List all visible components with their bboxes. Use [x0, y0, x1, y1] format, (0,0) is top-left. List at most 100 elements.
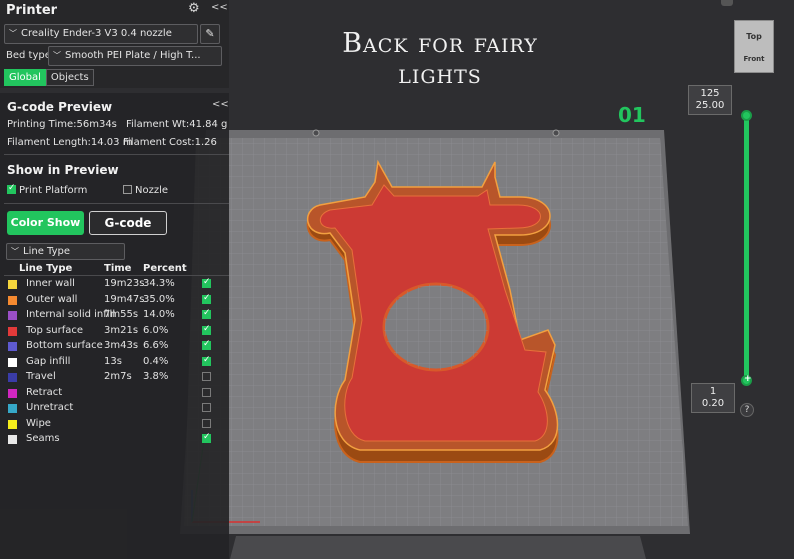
- tab-objects[interactable]: Objects: [45, 69, 94, 86]
- pencil-icon: ✎: [205, 27, 215, 40]
- settings-tabs: Global Objects: [4, 69, 94, 86]
- legend-row: Inner wall 19m23s 34.3%: [0, 277, 229, 293]
- print-platform-checkbox[interactable]: Print Platform: [7, 183, 88, 196]
- view-type-value: Line Type: [23, 246, 70, 257]
- line-type-percent: 34.3%: [143, 278, 175, 289]
- line-type-time: 3m21s: [104, 324, 139, 336]
- camera-indicator: [721, 0, 733, 6]
- checkbox-checked-icon: [7, 183, 16, 194]
- line-type-percent: 3.8%: [143, 371, 169, 382]
- chevron-down-icon: ﹀: [9, 29, 17, 38]
- color-swatch: [8, 326, 17, 336]
- color-swatch: [8, 295, 17, 305]
- chevron-down-icon: ﹀: [53, 51, 61, 60]
- color-swatch: [8, 342, 17, 351]
- line-type-name: Top surface: [26, 324, 84, 336]
- view-type-dropdown[interactable]: ﹀ Line Type: [6, 243, 125, 260]
- line-type-time: 13s: [104, 355, 122, 367]
- line-type-name: Unretract: [26, 402, 74, 413]
- top-layer-height: 25.00: [695, 100, 725, 111]
- legend-row: Seams: [0, 432, 229, 448]
- visibility-checkbox[interactable]: [202, 339, 211, 350]
- bottom-layer-height: 0.20: [701, 398, 725, 409]
- color-swatch: [8, 357, 17, 367]
- line-type-time: 19m47s: [104, 293, 145, 305]
- bed-type-label: Bed type: [6, 50, 51, 61]
- printing-time: Printing Time:56m34s: [7, 119, 117, 130]
- plate-number[interactable]: 01: [618, 103, 646, 127]
- view-cube[interactable]: Top Front: [734, 20, 774, 73]
- visibility-checkbox[interactable]: [202, 403, 211, 412]
- bed-type-dropdown[interactable]: ﹀ Smooth PEI Plate / High T...: [48, 46, 222, 66]
- color-swatch: [8, 404, 17, 413]
- visibility-checkbox[interactable]: [202, 308, 211, 319]
- col-percent: Percent: [143, 263, 187, 274]
- legend-row: Outer wall 19m47s 35.0%: [0, 293, 229, 309]
- line-type-time: 3m43s: [104, 340, 139, 351]
- color-swatch: [8, 435, 17, 444]
- print-platform-label: Print Platform: [19, 185, 88, 196]
- layer-slider-track[interactable]: [744, 114, 749, 380]
- color-swatch: [8, 311, 17, 320]
- line-type-name: Seams: [26, 433, 60, 444]
- printer-preset-value: Creality Ender-3 V3 0.4 nozzle: [21, 28, 172, 39]
- color-show-button[interactable]: Color Show: [7, 211, 84, 235]
- filament-cost: Filament Cost:1.26: [123, 137, 217, 148]
- view-cube-front[interactable]: Front: [735, 55, 773, 63]
- line-type-time: 19m23s: [104, 278, 145, 289]
- legend-row: Internal solid infill 7m55s 14.0%: [0, 308, 229, 324]
- chevron-down-icon: ﹀: [11, 247, 19, 256]
- collapse-printer-button[interactable]: <<: [211, 2, 228, 13]
- line-type-percent: 14.0%: [143, 309, 175, 320]
- legend-row: Wipe: [0, 417, 229, 433]
- divider: [4, 154, 229, 155]
- color-swatch: [8, 373, 17, 382]
- top-layer-readout: 125 25.00: [688, 85, 732, 115]
- view-cube-top[interactable]: Top: [735, 32, 773, 41]
- tab-global[interactable]: Global: [4, 69, 46, 86]
- line-type-name: Retract: [26, 386, 63, 398]
- help-button[interactable]: ?: [740, 403, 754, 417]
- checkbox-unchecked-icon: [123, 185, 132, 194]
- gear-icon[interactable]: ⚙: [188, 1, 200, 16]
- visibility-checkbox[interactable]: [202, 418, 211, 428]
- visibility-checkbox[interactable]: [202, 432, 211, 443]
- collapse-preview-button[interactable]: <<: [212, 99, 229, 110]
- legend-row: Travel 2m7s 3.8%: [0, 370, 229, 386]
- printer-panel-title: Printer: [6, 3, 58, 18]
- legend-row: Bottom surface 3m43s 6.6%: [0, 339, 229, 355]
- color-swatch: [8, 280, 17, 289]
- line-type-name: Bottom surface: [26, 340, 103, 351]
- visibility-checkbox[interactable]: [202, 372, 211, 381]
- filament-length: Filament Length:14.03 m: [7, 137, 133, 148]
- line-type-time: 2m7s: [104, 371, 132, 382]
- bed-type-value: Smooth PEI Plate / High T...: [65, 50, 201, 61]
- bottom-layer-number: 1: [709, 386, 717, 397]
- color-swatch: [8, 388, 17, 398]
- edit-printer-button[interactable]: ✎: [200, 24, 220, 44]
- line-type-percent: 6.6%: [143, 340, 169, 351]
- divider: [4, 203, 229, 204]
- visibility-checkbox[interactable]: [202, 387, 211, 397]
- top-layer-number: 125: [700, 88, 720, 99]
- visibility-checkbox[interactable]: [202, 293, 211, 304]
- legend-row: Top surface 3m21s 6.0%: [0, 324, 229, 340]
- line-type-name: Inner wall: [26, 278, 75, 289]
- divider: [4, 275, 229, 276]
- line-type-percent: 0.4%: [143, 355, 169, 367]
- overlay-caption: Back for fairy lights: [342, 28, 538, 90]
- gcode-button[interactable]: G-code: [89, 211, 167, 235]
- line-type-percent: 35.0%: [143, 293, 175, 305]
- col-time: Time: [104, 263, 132, 274]
- printer-preset-dropdown[interactable]: ﹀ Creality Ender-3 V3 0.4 nozzle: [4, 24, 198, 44]
- visibility-checkbox[interactable]: [202, 324, 211, 335]
- legend-row: Unretract: [0, 401, 229, 417]
- line-type-name: Internal solid infill: [26, 309, 116, 320]
- nozzle-checkbox[interactable]: Nozzle: [123, 185, 168, 196]
- visibility-checkbox[interactable]: [202, 355, 211, 366]
- visibility-checkbox[interactable]: [202, 277, 211, 288]
- layer-slider-top-handle[interactable]: [741, 110, 752, 121]
- line-type-time: 7m55s: [104, 309, 139, 320]
- layer-slider-bottom-handle[interactable]: [741, 374, 752, 386]
- legend-row: Retract: [0, 386, 229, 402]
